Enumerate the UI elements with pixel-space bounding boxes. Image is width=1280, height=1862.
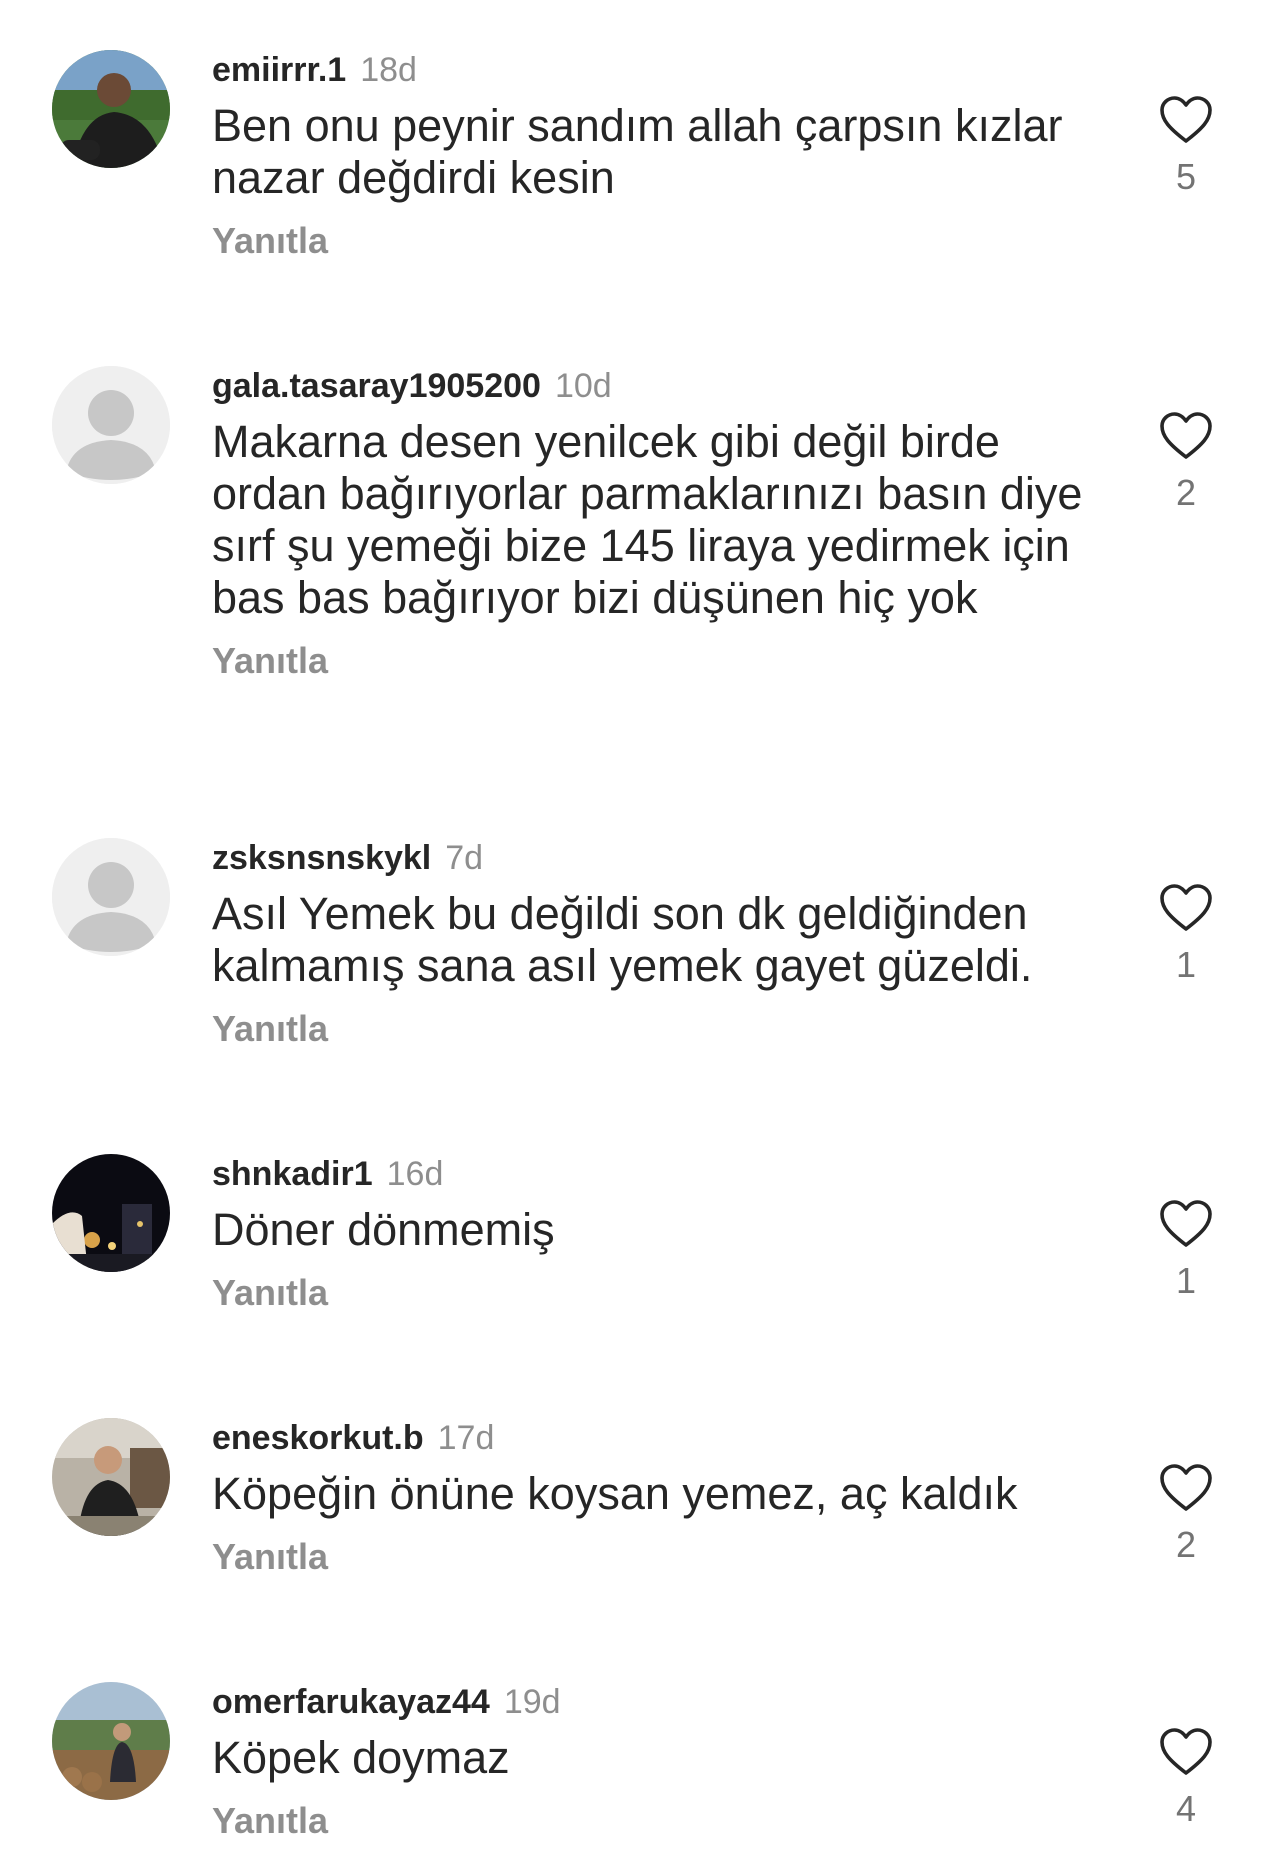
reply-button[interactable]: Yanıtla [212,1800,1102,1842]
like-control[interactable]: 5 [1155,95,1217,197]
comment-meta: zsksnsnskykl 7d [212,838,1102,878]
comment-username[interactable]: shnkadir1 [212,1155,373,1193]
comment-meta: shnkadir1 16d [212,1154,1102,1194]
comment-meta: emiirrr.1 18d [212,50,1102,90]
comment-text: Döner dönmemiş [212,1204,555,1255]
comment-body: zsksnsnskykl 7d Asıl Yemek bu değildi son… [212,838,1102,1050]
reply-button[interactable]: Yanıtla [212,640,1102,682]
avatar[interactable] [52,50,170,168]
person-silhouette-icon [52,366,170,484]
avatar[interactable] [52,838,170,956]
like-control[interactable]: 1 [1155,1199,1217,1301]
comment-text: Makarna desen yenilcek gibi değil birde … [212,416,1083,623]
comment-username[interactable]: zsksnsnskykl [212,839,431,877]
comment-time: 10d [554,367,612,405]
comment-body: eneskorkut.b 17d Köpeğin önüne koysan yem… [212,1418,1102,1578]
comment-username[interactable]: emiirrr.1 [212,51,346,89]
comment-time: 18d [360,51,417,89]
reply-button[interactable]: Yanıtla [212,1272,1102,1314]
comment-time: 16d [386,1155,444,1193]
comment-meta: omerfarukayaz44 19d [212,1682,1102,1722]
comment-meta: eneskorkut.b 17d [212,1418,1102,1458]
comment-username[interactable]: eneskorkut.b [212,1419,424,1457]
like-control[interactable]: 1 [1155,883,1217,985]
heart-outline-icon[interactable] [1159,883,1213,933]
avatar[interactable] [52,1418,170,1536]
avatar-photo-icon [52,50,170,168]
comment-time: 19d [503,1683,561,1721]
person-silhouette-icon [52,838,170,956]
like-count: 1 [1175,1260,1197,1301]
comment-body: omerfarukayaz44 19d Köpek doymaz Yanıtla [212,1682,1102,1842]
heart-outline-icon[interactable] [1159,1727,1213,1777]
like-control[interactable]: 4 [1155,1727,1217,1829]
heart-outline-icon[interactable] [1159,411,1213,461]
like-count: 4 [1175,1788,1197,1829]
like-count: 5 [1175,156,1197,197]
heart-outline-icon[interactable] [1159,1199,1213,1249]
avatar[interactable] [52,366,170,484]
avatar-photo-icon [52,1682,170,1800]
comment-text: Ben onu peynir sandım allah çarpsın kızl… [212,100,1063,203]
avatar[interactable] [52,1154,170,1272]
like-count: 1 [1175,944,1197,985]
avatar-photo-icon [52,1154,170,1272]
comment-body: shnkadir1 16d Döner dönmemiş Yanıtla [212,1154,1102,1314]
comment-meta: gala.tasaray1905200 10d [212,366,1102,406]
heart-outline-icon[interactable] [1159,95,1213,145]
comment-text: Asıl Yemek bu değildi son dk geldiğinden… [212,888,1033,991]
comment-text: Köpek doymaz [212,1732,510,1783]
reply-button[interactable]: Yanıtla [212,1536,1102,1578]
comment-body: emiirrr.1 18d Ben onu peynir sandım allah… [212,50,1102,262]
comment-body: gala.tasaray1905200 10d Makarna desen yen… [212,366,1102,682]
like-control[interactable]: 2 [1155,1463,1217,1565]
heart-outline-icon[interactable] [1159,1463,1213,1513]
like-count: 2 [1175,472,1197,513]
comment-username[interactable]: gala.tasaray1905200 [212,367,541,405]
comment-time: 17d [437,1419,495,1457]
avatar[interactable] [52,1682,170,1800]
reply-button[interactable]: Yanıtla [212,220,1102,262]
like-control[interactable]: 2 [1155,411,1217,513]
comment-text: Köpeğin önüne koysan yemez, aç kaldık [212,1468,1018,1519]
comment-time: 7d [445,839,484,877]
like-count: 2 [1175,1524,1197,1565]
avatar-photo-icon [52,1418,170,1536]
comment-username[interactable]: omerfarukayaz44 [212,1683,490,1721]
reply-button[interactable]: Yanıtla [212,1008,1102,1050]
